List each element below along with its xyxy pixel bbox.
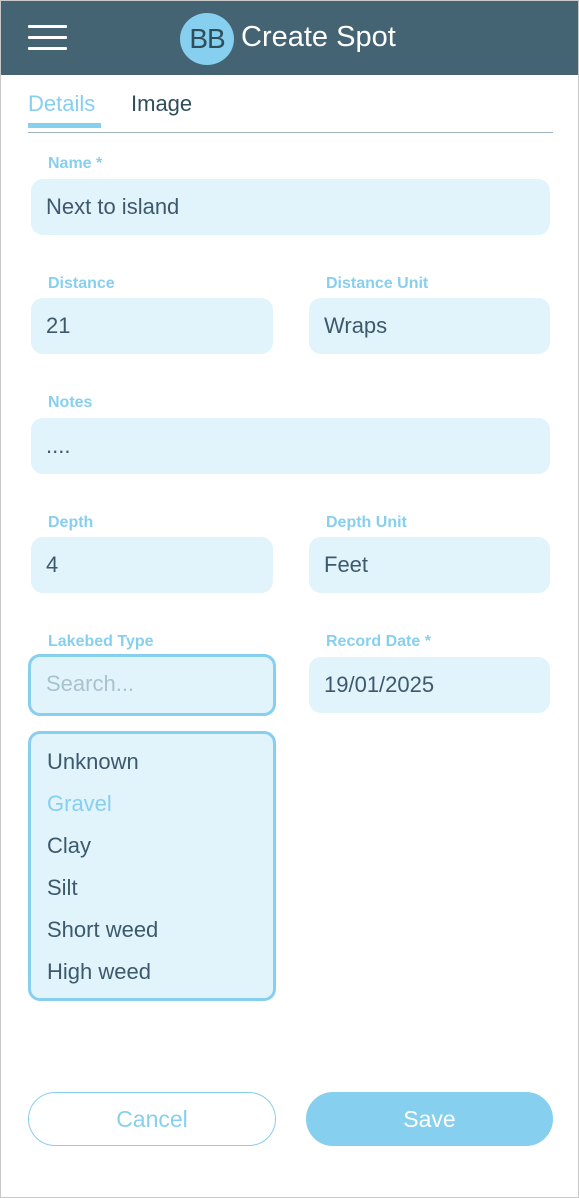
lakebed-option-gravel[interactable]: Gravel xyxy=(47,790,112,818)
hamburger-menu-icon[interactable] xyxy=(28,25,67,51)
lakebed-option-unknown[interactable]: Unknown xyxy=(47,748,139,776)
name-label: Name * xyxy=(48,155,103,172)
lakebed-option-high-weed[interactable]: High weed xyxy=(47,958,151,986)
active-tab-indicator xyxy=(28,123,101,128)
depth-unit-select[interactable]: Feet xyxy=(309,537,550,593)
lakebed-type-dropdown: Unknown Gravel Clay Silt Short weed High… xyxy=(28,731,276,1001)
lakebed-option-clay[interactable]: Clay xyxy=(47,832,91,860)
tab-bar: Details Image xyxy=(28,88,553,133)
depth-input[interactable]: 4 xyxy=(31,537,273,593)
name-input[interactable]: Next to island xyxy=(31,179,550,235)
notes-label: Notes xyxy=(48,394,93,411)
depth-unit-label: Depth Unit xyxy=(326,514,407,531)
cancel-button[interactable]: Cancel xyxy=(28,1092,276,1146)
app-logo: BB xyxy=(180,13,234,65)
tab-details[interactable]: Details xyxy=(28,90,95,118)
lakebed-type-label: Lakebed Type xyxy=(48,633,154,650)
distance-unit-select[interactable]: Wraps xyxy=(309,298,550,354)
record-date-input[interactable]: 19/01/2025 xyxy=(309,657,550,713)
distance-unit-label: Distance Unit xyxy=(326,275,429,292)
save-button[interactable]: Save xyxy=(306,1092,553,1146)
lakebed-type-search-input[interactable]: Search... xyxy=(28,654,276,716)
notes-input[interactable]: .... xyxy=(31,418,550,474)
distance-label: Distance xyxy=(48,275,115,292)
record-date-label: Record Date * xyxy=(326,633,431,650)
distance-input[interactable]: 21 xyxy=(31,298,273,354)
page-title: Create Spot xyxy=(241,21,396,53)
tab-image[interactable]: Image xyxy=(131,90,192,118)
depth-label: Depth xyxy=(48,514,94,531)
lakebed-option-silt[interactable]: Silt xyxy=(47,874,78,902)
lakebed-option-short-weed[interactable]: Short weed xyxy=(47,916,158,944)
app-header: BB Create Spot xyxy=(1,1,578,75)
